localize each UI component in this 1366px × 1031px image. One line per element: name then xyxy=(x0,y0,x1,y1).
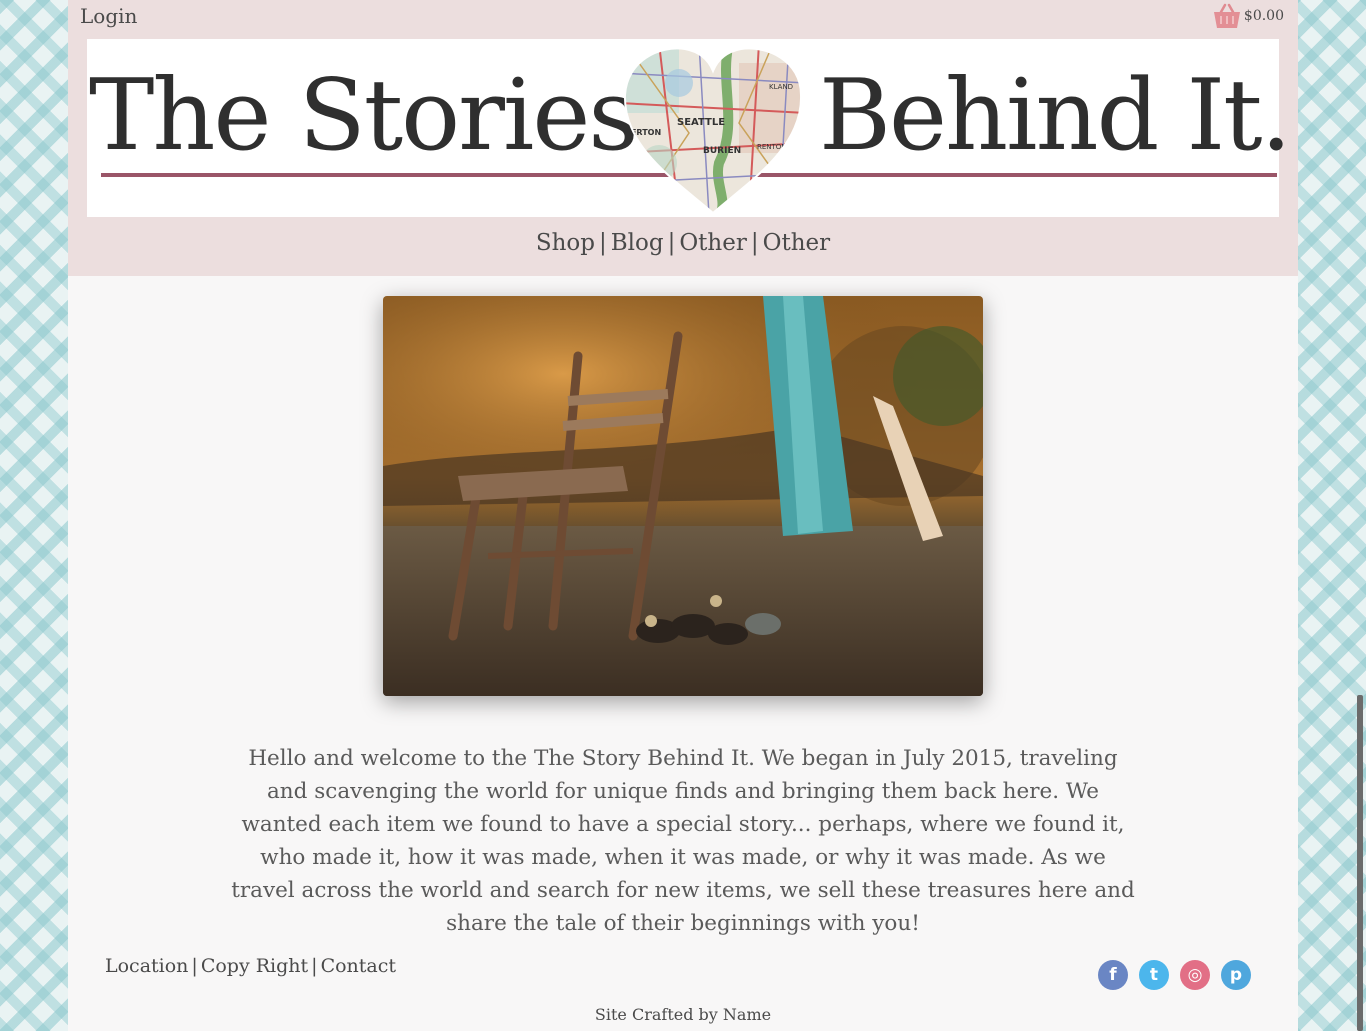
cart-total: $0.00 xyxy=(1243,8,1284,24)
shopping-basket-icon xyxy=(1212,2,1242,30)
nav-separator: | xyxy=(750,230,759,256)
logo-title-left: The Stories xyxy=(89,59,639,173)
nav-shop[interactable]: Shop xyxy=(536,230,595,256)
footer-link-location[interactable]: Location xyxy=(105,955,188,977)
map-label-merton: MERTON xyxy=(623,128,661,137)
footer-link-contact[interactable]: Contact xyxy=(321,955,396,977)
login-link[interactable]: Login xyxy=(80,4,137,28)
cart-button[interactable]: $0.00 xyxy=(1212,2,1284,30)
map-label-kland: KLAND xyxy=(769,83,793,91)
site-logo-banner[interactable]: The Stories Behind It. SEATTLE BURIEN ME… xyxy=(87,39,1292,217)
facebook-icon[interactable]: f xyxy=(1098,960,1128,990)
twitter-icon[interactable]: t xyxy=(1139,960,1169,990)
site-credit: Site Crafted by Name xyxy=(594,1005,772,1024)
map-label-seattle: SEATTLE xyxy=(677,117,725,128)
footer-link-copyright[interactable]: Copy Right xyxy=(201,955,308,977)
scrollbar[interactable] xyxy=(1357,695,1363,1031)
site-header: Login $0.00 The Stories Behind It. SEATT… xyxy=(68,0,1298,276)
nav-other-1[interactable]: Other xyxy=(679,230,747,256)
map-heart-icon: SEATTLE BURIEN MERTON KLAND RENTON xyxy=(623,47,803,215)
hero-photo xyxy=(383,296,983,696)
nav-other-2[interactable]: Other xyxy=(763,230,831,256)
welcome-text: Hello and welcome to the The Story Behin… xyxy=(231,746,1135,936)
instagram-icon[interactable]: ◎ xyxy=(1180,960,1210,990)
nav-blog[interactable]: Blog xyxy=(611,230,664,256)
logo-title-right: Behind It. xyxy=(819,59,1292,173)
page-container: Login $0.00 The Stories Behind It. SEATT… xyxy=(68,0,1298,1031)
nav-separator: | xyxy=(599,230,607,256)
footer-separator: | xyxy=(191,955,198,977)
nav-separator: | xyxy=(667,230,676,256)
social-links: f t ◎ p xyxy=(1098,960,1251,990)
footer-links: Location | Copy Right | Contact xyxy=(105,955,396,977)
map-label-burien: BURIEN xyxy=(703,146,741,156)
footer-separator: | xyxy=(311,955,318,977)
main-nav: Shop | Blog | Other | Other xyxy=(68,230,1298,256)
pinterest-icon[interactable]: p xyxy=(1221,960,1251,990)
